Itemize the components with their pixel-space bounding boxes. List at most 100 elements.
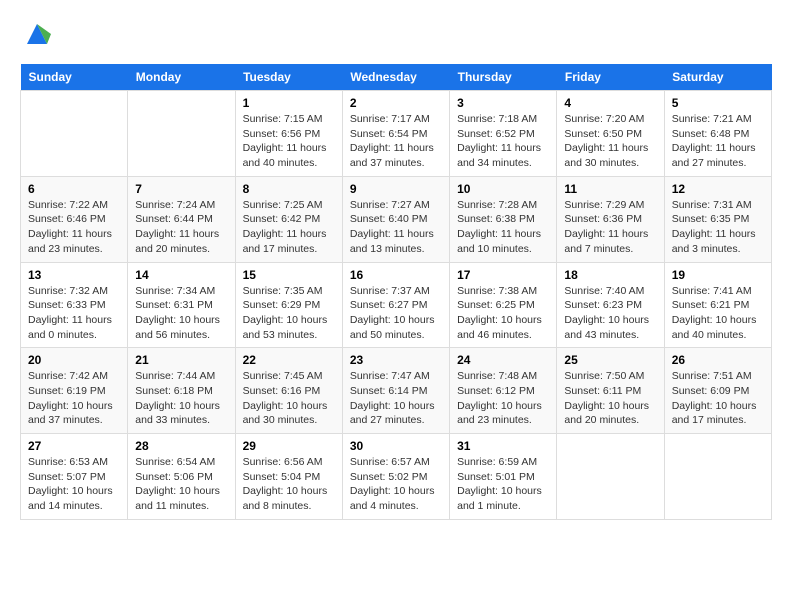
week-row-5: 27 Sunrise: 6:53 AMSunset: 5:07 PMDayligh… xyxy=(21,434,772,520)
day-number: 14 xyxy=(135,268,227,282)
header-row: SundayMondayTuesdayWednesdayThursdayFrid… xyxy=(21,64,772,91)
day-cell: 5Sunrise: 7:21 AMSunset: 6:48 PMDaylight… xyxy=(664,91,771,177)
day-number: 1 xyxy=(243,96,335,110)
day-info: Sunrise: 7:32 AMSunset: 6:33 PMDaylight:… xyxy=(28,284,120,343)
day-cell: 9 Sunrise: 7:27 AMSunset: 6:40 PMDaylight… xyxy=(342,176,449,262)
day-cell: 19 Sunrise: 7:41 AMSunset: 6:21 PMDayligh… xyxy=(664,262,771,348)
day-info: Sunrise: 7:29 AMSunset: 6:36 PMDaylight:… xyxy=(564,198,656,257)
page-header xyxy=(20,20,772,48)
day-number: 7 xyxy=(135,182,227,196)
day-number: 21 xyxy=(135,353,227,367)
day-number: 22 xyxy=(243,353,335,367)
day-cell: 6Sunrise: 7:22 AMSunset: 6:46 PMDaylight… xyxy=(21,176,128,262)
day-cell: 12 Sunrise: 7:31 AMSunset: 6:35 PMDayligh… xyxy=(664,176,771,262)
day-cell: 2 Sunrise: 7:17 AMSunset: 6:54 PMDaylight… xyxy=(342,91,449,177)
day-info: Sunrise: 7:27 AMSunset: 6:40 PMDaylight:… xyxy=(350,198,442,257)
day-info: Sunrise: 7:50 AMSunset: 6:11 PMDaylight:… xyxy=(564,369,656,428)
day-cell: 24 Sunrise: 7:48 AMSunset: 6:12 PMDayligh… xyxy=(450,348,557,434)
day-info: Sunrise: 7:42 AMSunset: 6:19 PMDaylight:… xyxy=(28,369,120,428)
week-row-3: 13 Sunrise: 7:32 AMSunset: 6:33 PMDayligh… xyxy=(21,262,772,348)
day-number: 23 xyxy=(350,353,442,367)
col-header-wednesday: Wednesday xyxy=(342,64,449,91)
day-info: Sunrise: 7:44 AMSunset: 6:18 PMDaylight:… xyxy=(135,369,227,428)
day-info: Sunrise: 7:22 AMSunset: 6:46 PMDaylight:… xyxy=(28,198,120,257)
day-number: 2 xyxy=(350,96,442,110)
day-cell xyxy=(557,434,664,520)
day-info: Sunrise: 7:18 AMSunset: 6:52 PMDaylight:… xyxy=(457,112,549,171)
day-number: 24 xyxy=(457,353,549,367)
day-info: Sunrise: 7:15 AMSunset: 6:56 PMDaylight:… xyxy=(243,112,335,171)
day-info: Sunrise: 6:53 AMSunset: 5:07 PMDaylight:… xyxy=(28,455,120,514)
day-cell: 7 Sunrise: 7:24 AMSunset: 6:44 PMDaylight… xyxy=(128,176,235,262)
day-info: Sunrise: 7:17 AMSunset: 6:54 PMDaylight:… xyxy=(350,112,442,171)
day-number: 19 xyxy=(672,268,764,282)
day-cell: 20 Sunrise: 7:42 AMSunset: 6:19 PMDayligh… xyxy=(21,348,128,434)
col-header-saturday: Saturday xyxy=(664,64,771,91)
day-info: Sunrise: 7:20 AMSunset: 6:50 PMDaylight:… xyxy=(564,112,656,171)
logo-icon xyxy=(23,20,51,48)
day-info: Sunrise: 7:37 AMSunset: 6:27 PMDaylight:… xyxy=(350,284,442,343)
day-number: 4 xyxy=(564,96,656,110)
day-number: 20 xyxy=(28,353,120,367)
day-info: Sunrise: 7:38 AMSunset: 6:25 PMDaylight:… xyxy=(457,284,549,343)
day-cell: 13 Sunrise: 7:32 AMSunset: 6:33 PMDayligh… xyxy=(21,262,128,348)
day-cell: 21 Sunrise: 7:44 AMSunset: 6:18 PMDayligh… xyxy=(128,348,235,434)
day-number: 17 xyxy=(457,268,549,282)
day-info: Sunrise: 7:31 AMSunset: 6:35 PMDaylight:… xyxy=(672,198,764,257)
day-cell: 8Sunrise: 7:25 AMSunset: 6:42 PMDaylight… xyxy=(235,176,342,262)
col-header-monday: Monday xyxy=(128,64,235,91)
day-cell: 14Sunrise: 7:34 AMSunset: 6:31 PMDayligh… xyxy=(128,262,235,348)
day-cell: 18 Sunrise: 7:40 AMSunset: 6:23 PMDayligh… xyxy=(557,262,664,348)
day-number: 12 xyxy=(672,182,764,196)
day-cell: 10 Sunrise: 7:28 AMSunset: 6:38 PMDayligh… xyxy=(450,176,557,262)
day-number: 27 xyxy=(28,439,120,453)
day-info: Sunrise: 7:28 AMSunset: 6:38 PMDaylight:… xyxy=(457,198,549,257)
day-cell: 28Sunrise: 6:54 AMSunset: 5:06 PMDayligh… xyxy=(128,434,235,520)
day-cell: 23 Sunrise: 7:47 AMSunset: 6:14 PMDayligh… xyxy=(342,348,449,434)
day-info: Sunrise: 7:35 AMSunset: 6:29 PMDaylight:… xyxy=(243,284,335,343)
day-number: 26 xyxy=(672,353,764,367)
day-number: 13 xyxy=(28,268,120,282)
day-number: 9 xyxy=(350,182,442,196)
day-info: Sunrise: 7:45 AMSunset: 6:16 PMDaylight:… xyxy=(243,369,335,428)
day-number: 11 xyxy=(564,182,656,196)
day-number: 31 xyxy=(457,439,549,453)
day-cell: 16 Sunrise: 7:37 AMSunset: 6:27 PMDayligh… xyxy=(342,262,449,348)
week-row-2: 6Sunrise: 7:22 AMSunset: 6:46 PMDaylight… xyxy=(21,176,772,262)
day-info: Sunrise: 6:57 AMSunset: 5:02 PMDaylight:… xyxy=(350,455,442,514)
day-number: 16 xyxy=(350,268,442,282)
day-info: Sunrise: 6:54 AMSunset: 5:06 PMDaylight:… xyxy=(135,455,227,514)
day-number: 29 xyxy=(243,439,335,453)
day-info: Sunrise: 7:48 AMSunset: 6:12 PMDaylight:… xyxy=(457,369,549,428)
day-cell: 11 Sunrise: 7:29 AMSunset: 6:36 PMDayligh… xyxy=(557,176,664,262)
day-cell: 26Sunrise: 7:51 AMSunset: 6:09 PMDayligh… xyxy=(664,348,771,434)
day-cell: 30 Sunrise: 6:57 AMSunset: 5:02 PMDayligh… xyxy=(342,434,449,520)
day-number: 3 xyxy=(457,96,549,110)
day-number: 10 xyxy=(457,182,549,196)
week-row-1: 1 Sunrise: 7:15 AMSunset: 6:56 PMDaylight… xyxy=(21,91,772,177)
day-cell: 22 Sunrise: 7:45 AMSunset: 6:16 PMDayligh… xyxy=(235,348,342,434)
day-cell xyxy=(664,434,771,520)
day-info: Sunrise: 6:59 AMSunset: 5:01 PMDaylight:… xyxy=(457,455,549,514)
col-header-friday: Friday xyxy=(557,64,664,91)
day-number: 18 xyxy=(564,268,656,282)
day-cell xyxy=(128,91,235,177)
col-header-tuesday: Tuesday xyxy=(235,64,342,91)
day-number: 30 xyxy=(350,439,442,453)
day-cell: 3 Sunrise: 7:18 AMSunset: 6:52 PMDaylight… xyxy=(450,91,557,177)
day-info: Sunrise: 7:24 AMSunset: 6:44 PMDaylight:… xyxy=(135,198,227,257)
day-cell: 29Sunrise: 6:56 AMSunset: 5:04 PMDayligh… xyxy=(235,434,342,520)
day-info: Sunrise: 7:25 AMSunset: 6:42 PMDaylight:… xyxy=(243,198,335,257)
col-header-sunday: Sunday xyxy=(21,64,128,91)
day-cell: 25Sunrise: 7:50 AMSunset: 6:11 PMDayligh… xyxy=(557,348,664,434)
week-row-4: 20 Sunrise: 7:42 AMSunset: 6:19 PMDayligh… xyxy=(21,348,772,434)
day-info: Sunrise: 7:40 AMSunset: 6:23 PMDaylight:… xyxy=(564,284,656,343)
day-cell: 15Sunrise: 7:35 AMSunset: 6:29 PMDayligh… xyxy=(235,262,342,348)
day-cell: 31 Sunrise: 6:59 AMSunset: 5:01 PMDayligh… xyxy=(450,434,557,520)
day-cell: 17 Sunrise: 7:38 AMSunset: 6:25 PMDayligh… xyxy=(450,262,557,348)
col-header-thursday: Thursday xyxy=(450,64,557,91)
logo xyxy=(20,20,51,48)
day-info: Sunrise: 7:41 AMSunset: 6:21 PMDaylight:… xyxy=(672,284,764,343)
day-number: 5 xyxy=(672,96,764,110)
day-info: Sunrise: 7:47 AMSunset: 6:14 PMDaylight:… xyxy=(350,369,442,428)
